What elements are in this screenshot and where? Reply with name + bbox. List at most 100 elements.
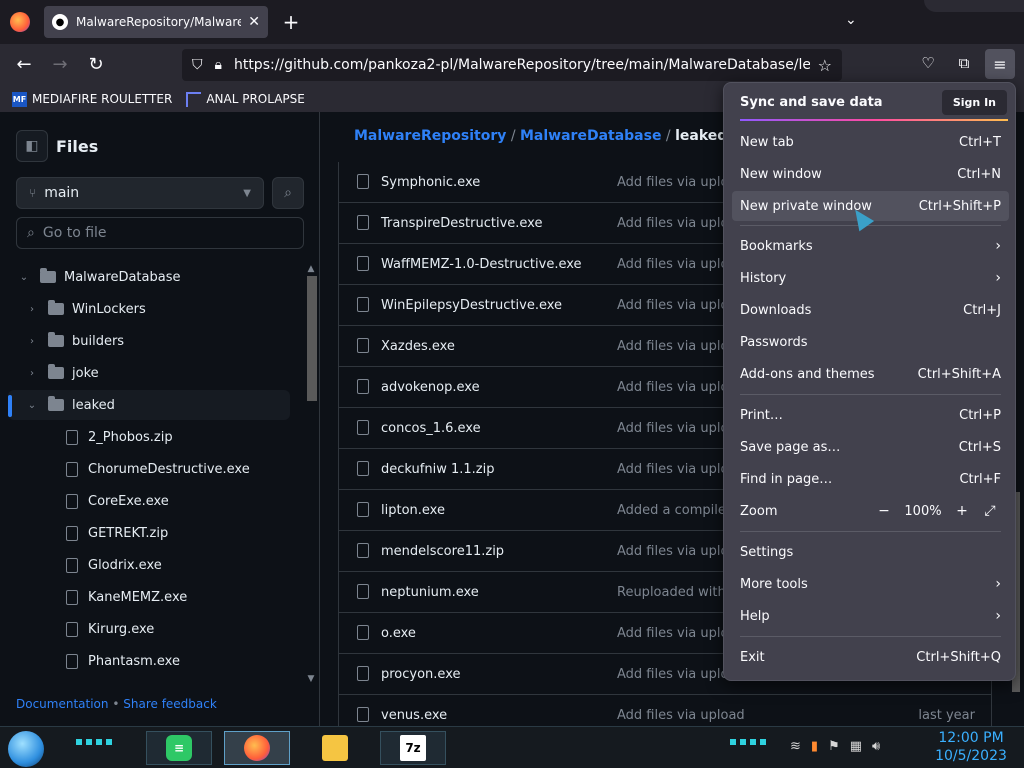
new-tab-button[interactable]: +: [280, 10, 302, 34]
file-name-link[interactable]: neptunium.exe: [381, 585, 479, 600]
close-tab-icon[interactable]: ✕: [248, 14, 260, 30]
volume-icon[interactable]: 🔊︎: [872, 739, 880, 754]
tree-folder[interactable]: › joke: [8, 358, 290, 388]
back-icon[interactable]: ←: [12, 54, 36, 75]
chevron-right-icon[interactable]: ›: [24, 336, 40, 347]
share-feedback-link[interactable]: Share feedback: [123, 697, 217, 711]
chevron-down-icon[interactable]: ⌄: [24, 400, 40, 411]
search-button[interactable]: ⌕: [272, 177, 304, 209]
start-orb-icon[interactable]: [8, 731, 44, 767]
file-name-link[interactable]: advokenop.exe: [381, 380, 480, 395]
menu-print[interactable]: Print… Ctrl+P: [732, 400, 1009, 430]
chevron-down-icon[interactable]: ⌄: [16, 272, 32, 283]
commit-message-link[interactable]: Add files via uploa: [617, 175, 736, 190]
reload-icon[interactable]: ↻: [84, 54, 108, 75]
menu-settings[interactable]: Settings: [732, 537, 1009, 567]
menu-bookmarks[interactable]: Bookmarks ›: [732, 231, 1009, 261]
tracking-protection-icon[interactable]: ⛉: [192, 57, 203, 73]
tree-file[interactable]: 2_Phobos.zip: [8, 422, 290, 452]
fullscreen-icon[interactable]: ⤢: [979, 500, 1001, 522]
commit-message-link[interactable]: Add files via uploa: [617, 257, 736, 272]
commit-message-link[interactable]: Added a compilec: [617, 503, 733, 518]
taskbar-firefox-app[interactable]: [224, 731, 290, 765]
menu-passwords[interactable]: Passwords: [732, 327, 1009, 357]
tree-file[interactable]: ChorumeDestructive.exe: [8, 454, 290, 484]
tree-folder[interactable]: › builders: [8, 326, 290, 356]
file-name-link[interactable]: concos_1.6.exe: [381, 421, 481, 436]
commit-message-link[interactable]: Add files via uploa: [617, 667, 736, 682]
zoom-level[interactable]: 100%: [901, 504, 945, 519]
taskbar-notes-app[interactable]: ≡: [146, 731, 212, 765]
menu-help[interactable]: Help ›: [732, 601, 1009, 631]
go-to-file-input[interactable]: ⌕ Go to file: [16, 217, 304, 249]
collapse-sidebar-icon[interactable]: ◧: [16, 130, 48, 162]
tree-file[interactable]: GETREKT.zip: [8, 518, 290, 548]
file-name-link[interactable]: mendelscore11.zip: [381, 544, 504, 559]
commit-message-link[interactable]: Add files via uploa: [617, 421, 736, 436]
extensions-icon[interactable]: ⧉: [952, 54, 976, 76]
tree-folder[interactable]: › WinLockers: [8, 294, 290, 324]
file-name-link[interactable]: deckufniw 1.1.zip: [381, 462, 494, 477]
tree-file[interactable]: CoreExe.exe: [8, 486, 290, 516]
menu-exit[interactable]: Exit Ctrl+Shift+Q: [732, 642, 1009, 672]
taskbar-explorer-app[interactable]: [302, 731, 368, 765]
file-name-link[interactable]: venus.exe: [381, 708, 447, 723]
list-all-tabs-icon[interactable]: ⌄: [845, 12, 857, 28]
file-name-link[interactable]: Xazdes.exe: [381, 339, 455, 354]
commit-message-link[interactable]: Add files via uploa: [617, 544, 736, 559]
menu-new-window[interactable]: New window Ctrl+N: [732, 159, 1009, 189]
commit-message-link[interactable]: Reuploaded with: [617, 585, 726, 600]
zoom-out-button[interactable]: −: [873, 500, 895, 522]
commit-message-link[interactable]: Add files via upload: [617, 708, 745, 723]
sign-in-button[interactable]: Sign In: [941, 89, 1007, 115]
app-menu-button[interactable]: ≡: [985, 49, 1015, 79]
url-text[interactable]: https://github.com/pankoza2-pl/MalwareRe…: [234, 57, 810, 73]
app-tray-icon[interactable]: ▮: [811, 739, 818, 754]
tree-file[interactable]: Glodrix.exe: [8, 550, 290, 580]
commit-message-link[interactable]: Add files via uploa: [617, 339, 736, 354]
chevron-right-icon[interactable]: ›: [24, 368, 40, 379]
menu-more-tools[interactable]: More tools ›: [732, 569, 1009, 599]
bookmark-mediafire[interactable]: MF MEDIAFIRE ROULETTER: [12, 91, 172, 107]
commit-message-link[interactable]: Add files via uploa: [617, 626, 736, 641]
file-name-link[interactable]: WaffMEMZ-1.0-Destructive.exe: [381, 257, 582, 272]
menu-downloads[interactable]: Downloads Ctrl+J: [732, 295, 1009, 325]
bookmark-star-icon[interactable]: ☆: [818, 56, 832, 75]
url-bar[interactable]: ⛉ 🔒︎ https://github.com/pankoza2-pl/Malw…: [182, 49, 842, 81]
chevron-right-icon[interactable]: ›: [24, 304, 40, 315]
commit-message-link[interactable]: Add files via uploa: [617, 380, 736, 395]
lock-icon[interactable]: 🔒︎: [215, 57, 222, 73]
commit-message-link[interactable]: Add files via uploa: [617, 298, 736, 313]
menu-find-in-page[interactable]: Find in page… Ctrl+F: [732, 464, 1009, 494]
file-name-link[interactable]: o.exe: [381, 626, 416, 641]
branch-selector[interactable]: ⑂ main ▼: [16, 177, 264, 209]
browser-tab[interactable]: ● MalwareRepository/MalwareDa ✕: [44, 6, 268, 38]
file-name-link[interactable]: TranspireDestructive.exe: [381, 216, 542, 231]
flag-icon[interactable]: ⚑: [828, 739, 840, 754]
taskbar-7zip-app[interactable]: 7z: [380, 731, 446, 765]
system-clock[interactable]: 12:00 PM 10/5/2023: [930, 729, 1012, 765]
pocket-icon[interactable]: ♡: [916, 54, 940, 76]
tree-file[interactable]: KaneMEMZ.exe: [8, 582, 290, 612]
menu-save-page[interactable]: Save page as… Ctrl+S: [732, 432, 1009, 462]
file-name-link[interactable]: Symphonic.exe: [381, 175, 480, 190]
network-icon[interactable]: ▦: [850, 739, 862, 754]
breadcrumb-repo[interactable]: MalwareRepository: [354, 128, 506, 144]
tree-folder[interactable]: ⌄ MalwareDatabase: [8, 262, 290, 292]
show-hidden-icons-icon[interactable]: ≋: [790, 739, 801, 754]
breadcrumb-folder[interactable]: MalwareDatabase: [520, 128, 661, 144]
bookmark-anal-prolapse[interactable]: ANAL PROLAPSE: [186, 91, 305, 107]
file-name-link[interactable]: lipton.exe: [381, 503, 445, 518]
firefox-logo-icon[interactable]: [10, 12, 30, 32]
menu-new-tab[interactable]: New tab Ctrl+T: [732, 127, 1009, 157]
commit-message-link[interactable]: Add files via uploa: [617, 462, 736, 477]
tree-file[interactable]: Kirurg.exe: [8, 614, 290, 644]
documentation-link[interactable]: Documentation: [16, 697, 109, 711]
file-name-link[interactable]: WinEpilepsyDestructive.exe: [381, 298, 562, 313]
scroll-up-icon[interactable]: ▲: [305, 264, 317, 274]
tree-folder[interactable]: ⌄ leaked: [8, 390, 290, 420]
sidebar-scrollbar[interactable]: ▲ ▼: [305, 264, 317, 684]
zoom-in-button[interactable]: +: [951, 500, 973, 522]
commit-message-link[interactable]: Add files via uploa: [617, 216, 736, 231]
tree-file[interactable]: Phantasm.exe: [8, 646, 290, 676]
